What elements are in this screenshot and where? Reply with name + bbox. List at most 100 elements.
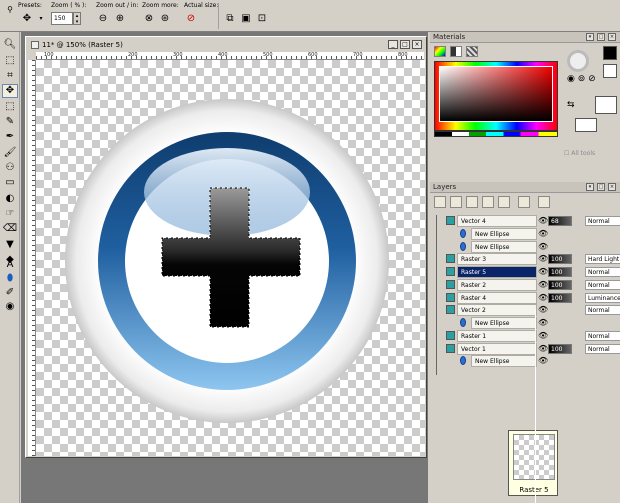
foreground-fill-swatch[interactable] (575, 118, 597, 132)
all-tools-checkbox[interactable]: ☐ All tools (564, 150, 595, 157)
swap-colors-icon[interactable]: ⇆ (567, 100, 575, 110)
new-adjustment-layer-icon[interactable] (498, 196, 510, 208)
visibility-eye-icon[interactable]: 👁︎ (538, 305, 548, 315)
layer-opacity[interactable]: 100 (548, 254, 572, 265)
layer-row[interactable]: New Ellipse 👁︎ (444, 317, 620, 329)
document-title-bar[interactable]: 11* @ 150% (Raster 5) _ □ × (28, 39, 424, 51)
frame-tab-icon[interactable] (434, 46, 446, 57)
layer-row[interactable]: Raster 5 👁︎ 100 Normal (444, 266, 620, 278)
layer-opacity[interactable]: 100 (548, 267, 572, 277)
visibility-eye-icon[interactable]: 👁︎ (538, 344, 548, 354)
layers-close-icon[interactable]: × (608, 183, 616, 191)
layer-row[interactable]: New Ellipse 👁︎ (444, 240, 620, 253)
fit-screen-icon[interactable]: ⊡ (255, 12, 269, 26)
visibility-eye-icon[interactable]: 👁︎ (538, 254, 548, 264)
eraser-icon[interactable]: ⌫ (2, 222, 18, 236)
blend-mode-select[interactable]: Normal (585, 330, 620, 341)
layers-float-icon[interactable]: □ (597, 183, 605, 191)
layer-name[interactable]: Vector 1 (457, 342, 537, 355)
smudge-icon[interactable]: ☞ (2, 207, 18, 221)
layer-name[interactable]: Raster 4 (457, 291, 537, 304)
blend-mode-select[interactable]: Normal (585, 305, 620, 316)
new-vector-layer-icon[interactable] (450, 196, 462, 208)
zoom-input[interactable] (51, 12, 73, 25)
zoom-spinner[interactable]: ▴ ▾ (73, 12, 81, 25)
zoom-icon[interactable]: 🔍︎ (2, 38, 18, 52)
actual-size-icon[interactable]: ⊘ (184, 12, 198, 26)
tool-options-icon[interactable]: ⚲ (3, 3, 17, 17)
visibility-eye-icon[interactable]: 👁︎ (538, 242, 548, 252)
visibility-eye-icon[interactable]: 👁︎ (538, 267, 548, 277)
layer-name[interactable]: Vector 4 (457, 215, 537, 227)
color-spectrum[interactable] (434, 61, 558, 131)
layer-row[interactable]: Raster 3 👁︎ 100 Hard Light (444, 253, 620, 266)
freehand-selection-icon[interactable]: ✎ (2, 115, 18, 129)
layer-row[interactable]: Raster 4👁︎100 Luminance (L) (444, 291, 620, 304)
maximize-button[interactable]: □ (400, 40, 410, 49)
layer-opacity[interactable]: 68 (548, 216, 572, 226)
rainbow-tab-icon[interactable] (450, 46, 462, 57)
swatches-tab-icon[interactable] (466, 46, 478, 57)
layer-row[interactable]: Vector 2 👁︎ Normal (444, 304, 620, 317)
layer-name[interactable]: Raster 2 (457, 278, 537, 291)
panel-float-icon[interactable]: □ (597, 33, 605, 41)
layer-name[interactable]: Vector 2 (457, 304, 537, 317)
new-art-media-layer-icon[interactable] (466, 196, 478, 208)
visibility-eye-icon[interactable]: 👁︎ (538, 331, 548, 341)
layer-row[interactable]: Raster 2 👁︎ 100 Normal (444, 278, 620, 291)
layer-name[interactable]: New Ellipse (471, 240, 537, 253)
no-material-icon[interactable] (567, 50, 589, 72)
red-eye-icon[interactable]: ◉ (2, 300, 18, 314)
foreground-swatch[interactable] (603, 46, 617, 60)
blend-mode-select[interactable]: Hard Light (585, 254, 620, 265)
zoom-more-out-icon[interactable]: ⊗ (142, 12, 156, 26)
blend-mode-select[interactable]: Normal (585, 267, 620, 277)
zoom-more-in-icon[interactable]: ⊛ (158, 12, 172, 26)
fit-image-icon[interactable]: ▣ (239, 12, 253, 26)
visibility-eye-icon[interactable]: 👁︎ (538, 293, 548, 303)
new-raster-layer-icon[interactable] (434, 196, 446, 208)
ellipse-icon[interactable]: ⬮ (2, 272, 18, 286)
blend-mode-select[interactable]: Normal (585, 343, 620, 354)
pen-icon[interactable]: ✐ (2, 286, 18, 300)
layer-name[interactable]: Raster 5 (457, 266, 537, 278)
delete-layer-icon[interactable] (538, 196, 550, 208)
basic-swatches[interactable] (434, 131, 558, 137)
new-mask-layer-icon[interactable] (482, 196, 494, 208)
layer-row[interactable]: Raster 1 👁︎ Normal (444, 329, 620, 342)
layer-name[interactable]: New Ellipse (471, 355, 537, 368)
layers-menu-icon[interactable]: ▾ (586, 183, 594, 191)
deform-icon[interactable]: ⬚ (2, 54, 18, 68)
blend-mode-select[interactable]: Normal (585, 279, 620, 290)
paint-brush-icon[interactable]: 🖌︎ (2, 146, 18, 160)
layer-row[interactable]: New Ellipse 👁︎ (444, 227, 620, 240)
blend-mode-select[interactable]: Normal (585, 216, 620, 226)
layer-name[interactable]: Raster 3 (457, 253, 537, 266)
layer-opacity[interactable]: 100 (548, 279, 572, 290)
background-fill-swatch[interactable] (595, 96, 617, 114)
duplicate-layer-icon[interactable] (518, 196, 530, 208)
preset-dropdown-icon[interactable]: ▾ (34, 12, 48, 26)
move-icon[interactable]: ✥ (2, 84, 18, 98)
image-canvas[interactable] (36, 60, 425, 456)
visibility-eye-icon[interactable]: 👁︎ (538, 280, 548, 290)
fit-window-icon[interactable]: ⧉ (223, 12, 237, 26)
visibility-eye-icon[interactable]: 👁︎ (538, 229, 548, 239)
layer-name[interactable]: New Ellipse (471, 317, 537, 329)
dropper-icon[interactable]: ✒ (2, 130, 18, 144)
blend-mode-select[interactable]: Luminance (L) (585, 292, 620, 303)
visibility-eye-icon[interactable]: 👁︎ (538, 318, 548, 328)
zoom-in-icon[interactable]: ⊕ (113, 12, 127, 26)
layer-opacity[interactable]: 100 (548, 343, 572, 354)
layer-name[interactable]: New Ellipse (471, 227, 537, 240)
layer-row[interactable]: Vector 1 👁︎ 100 Normal (444, 342, 620, 355)
layer-name[interactable]: Raster 1 (457, 329, 537, 342)
panel-menu-icon[interactable]: ▾ (586, 33, 594, 41)
selection-icon[interactable]: ⬚ (2, 100, 18, 114)
text-icon[interactable]: A (2, 258, 18, 272)
panel-close-icon[interactable]: × (608, 33, 616, 41)
crop-icon[interactable]: ⌗ (2, 69, 18, 83)
clone-brush-icon[interactable]: ⚇ (2, 161, 18, 175)
layer-row[interactable]: Vector 4 👁︎ 68 Normal (444, 215, 620, 227)
fill-icon[interactable]: ▼ (2, 238, 18, 252)
